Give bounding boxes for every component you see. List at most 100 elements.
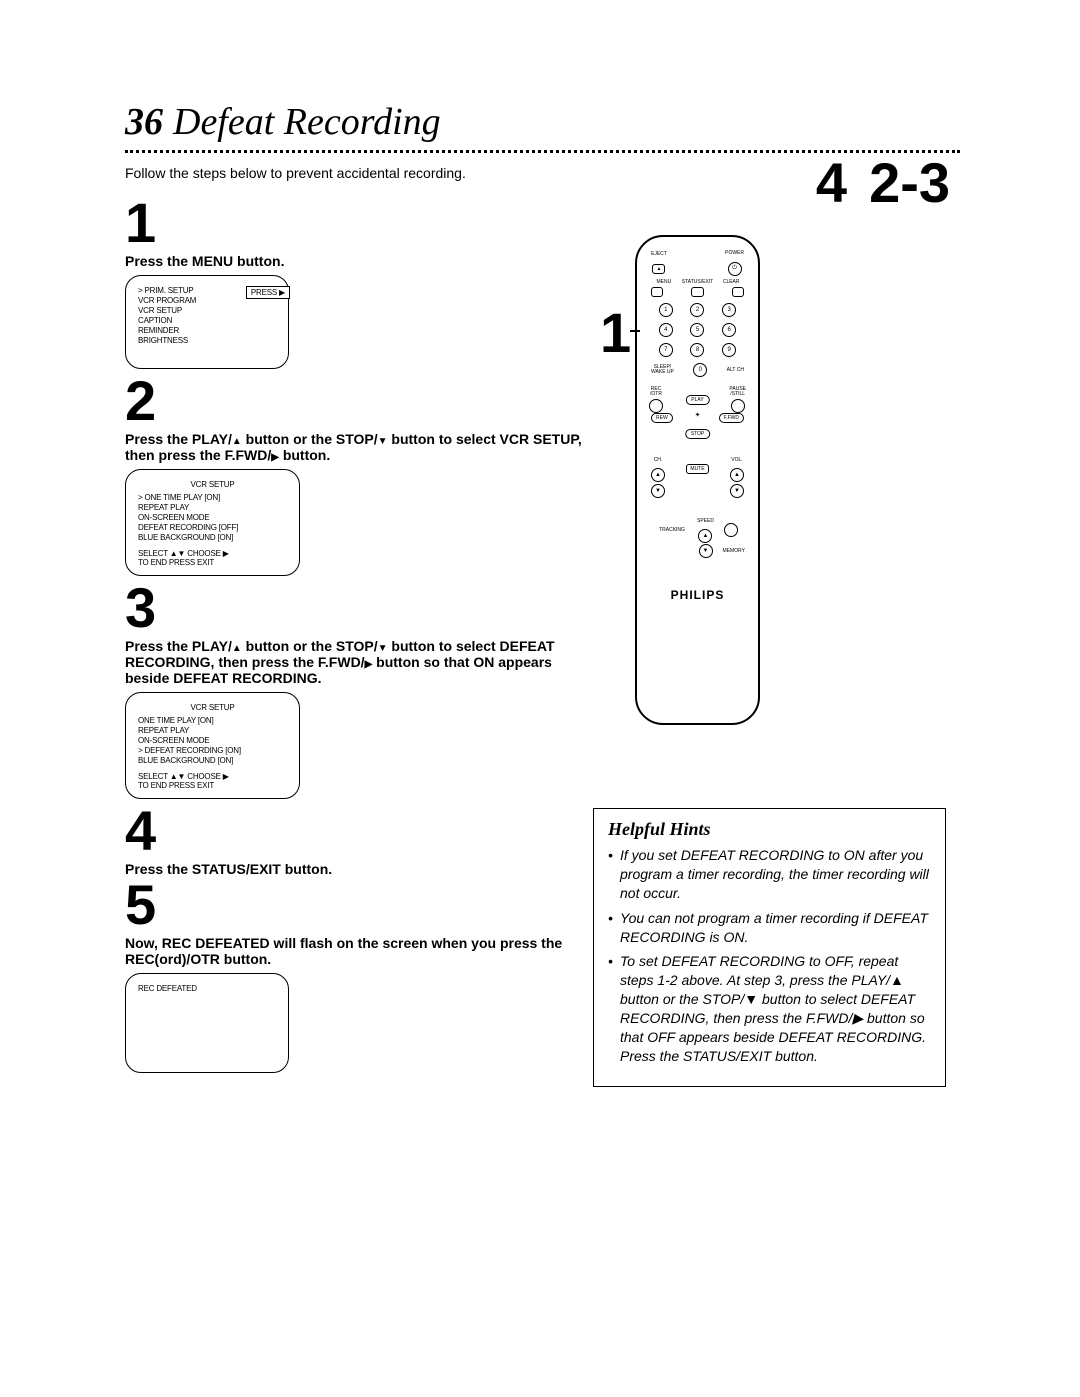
digit-7[interactable]: 7 [659,343,673,357]
statusexit-label: STATUS/EXIT [681,279,715,285]
remote-control-diagram: EJECT ▲ POWER ⏻ MENU STATUS/EXIT CLEAR 1… [635,235,760,725]
step-4-text: Press the STATUS/EXIT button. [125,861,585,877]
rec-defeated-line: REC DEFEATED [138,984,276,994]
screen-footer: SELECT ▲▼ CHOOSE ▶ [138,549,287,558]
vol-label: VOL. [730,457,744,463]
step-4-number: 4 [125,803,585,859]
vol-up-button[interactable]: ▲ [730,468,744,482]
triangle-up-icon [232,638,242,654]
screen-footer: SELECT ▲▼ CHOOSE ▶ [138,772,287,781]
callout-1: 1 [600,300,631,365]
tracking-up-button[interactable]: ▲ [698,529,712,543]
power-button[interactable]: ⏻ [728,262,742,276]
onscreen-menu-4: REC DEFEATED [125,973,289,1073]
otr-label: /OTR [650,391,662,397]
screen-footer: TO END PRESS EXIT [138,781,287,790]
screen-title: VCR SETUP [138,480,287,489]
step-5-number: 5 [125,877,585,933]
speed-label: SPEED [697,518,714,524]
menu-line: BRIGHTNESS [138,336,276,346]
digit-2[interactable]: 2 [690,303,704,317]
step-1-text: Press the MENU button. [125,253,585,269]
digit-8[interactable]: 8 [690,343,704,357]
vol-down-button[interactable]: ▼ [730,484,744,498]
still-label: /STILL [730,391,745,397]
digit-1[interactable]: 1 [659,303,673,317]
ffwd-button[interactable]: F.FWD [719,413,744,423]
callout-2-3: 2-3 [869,150,950,215]
dpad-cluster: REC/OTR PAUSE/STILL PLAY REW F.FWD ✦ STO… [645,381,750,451]
step-2-text-d: button. [279,447,330,463]
step-3-text: Press the PLAY/ button or the STOP/ butt… [125,638,585,686]
callout-4: 4 [816,150,847,215]
step-3-text-b: button or the STOP/ [242,638,378,654]
clear-label: CLEAR [714,279,748,285]
page-number: 36 [125,100,163,144]
hints-title: Helpful Hints [608,819,931,840]
menu-line: REPEAT PLAY [138,503,287,513]
step-2-number: 2 [125,373,585,429]
menu-line: ON-SCREEN MODE [138,513,287,523]
step-2-text-b: button or the STOP/ [242,431,378,447]
step-3-text-a: Press the PLAY/ [125,638,232,654]
mute-button[interactable]: MUTE [686,464,708,474]
page-header: 36 Defeat Recording [125,100,960,144]
digit-5[interactable]: 5 [690,323,704,337]
tracking-label: TRACKING [657,527,687,533]
tracking-down-button[interactable]: ▼ [699,544,713,558]
eject-label: EJECT [651,251,667,257]
menu-line: > DEFEAT RECORDING [ON] [138,746,287,756]
hint-item: If you set DEFEAT RECORDING to ON after … [608,846,931,903]
onscreen-menu-3: VCR SETUP ONE TIME PLAY [ON] REPEAT PLAY… [125,692,300,799]
menu-line: ON-SCREEN MODE [138,736,287,746]
digit-9[interactable]: 9 [722,343,736,357]
step-1-number: 1 [125,195,585,251]
triangle-up-icon [232,431,242,447]
hint-item: You can not program a timer recording if… [608,909,931,947]
menu-line: ONE TIME PLAY [ON] [138,716,287,726]
triangle-down-icon [378,638,388,654]
rew-button[interactable]: REW [651,413,673,423]
wakeup-label: WAKE UP [651,369,674,375]
menu-line: BLUE BACKGROUND [ON] [138,756,287,766]
steps-column: 1 Press the MENU button. PRESS ▶ > PRIM.… [125,195,585,1073]
step-2-text: Press the PLAY/ button or the STOP/ butt… [125,431,585,463]
statusexit-button[interactable] [691,287,703,297]
pause-button[interactable] [731,399,745,413]
digit-0[interactable]: 0 [693,363,707,377]
eject-button[interactable]: ▲ [652,264,665,274]
dpad-arrows-icon: ✦ [695,411,701,419]
clear-button[interactable] [732,287,744,297]
number-pad: 1 2 3 4 5 6 7 8 9 [657,303,738,357]
ch-down-button[interactable]: ▼ [651,484,665,498]
step-callouts-top: 4 2-3 [816,150,950,215]
ch-up-button[interactable]: ▲ [651,468,665,482]
menu-line: > ONE TIME PLAY [ON] [138,493,287,503]
power-label: POWER [725,250,744,256]
altch-label: ALT CH [727,367,744,373]
menu-line: DEFEAT RECORDING [OFF] [138,523,287,533]
onscreen-menu-2: VCR SETUP > ONE TIME PLAY [ON] REPEAT PL… [125,469,300,576]
menu-line: REPEAT PLAY [138,726,287,736]
triangle-right-icon [271,447,279,463]
ch-label: CH. [651,457,665,463]
screen-title: VCR SETUP [138,703,287,712]
onscreen-menu-1: PRESS ▶ > PRIM. SETUP VCR PROGRAM VCR SE… [125,275,289,369]
menu-line: BLUE BACKGROUND [ON] [138,533,287,543]
screen-footer: TO END PRESS EXIT [138,558,287,567]
play-button[interactable]: PLAY [685,395,709,405]
menu-line: REMINDER [138,326,276,336]
stop-button[interactable]: STOP [685,429,711,439]
menu-button[interactable] [651,287,663,297]
digit-6[interactable]: 6 [722,323,736,337]
hints-list: If you set DEFEAT RECORDING to ON after … [608,846,931,1066]
helpful-hints-box: Helpful Hints If you set DEFEAT RECORDIN… [593,808,946,1087]
memory-button[interactable] [724,523,738,537]
rec-button[interactable] [649,399,663,413]
memory-label: MEMORY [723,548,737,554]
hint-item: To set DEFEAT RECORDING to OFF, repeat s… [608,952,931,1065]
digit-3[interactable]: 3 [722,303,736,317]
digit-4[interactable]: 4 [659,323,673,337]
menu-line: CAPTION [138,316,276,326]
menu-line: VCR SETUP [138,306,276,316]
